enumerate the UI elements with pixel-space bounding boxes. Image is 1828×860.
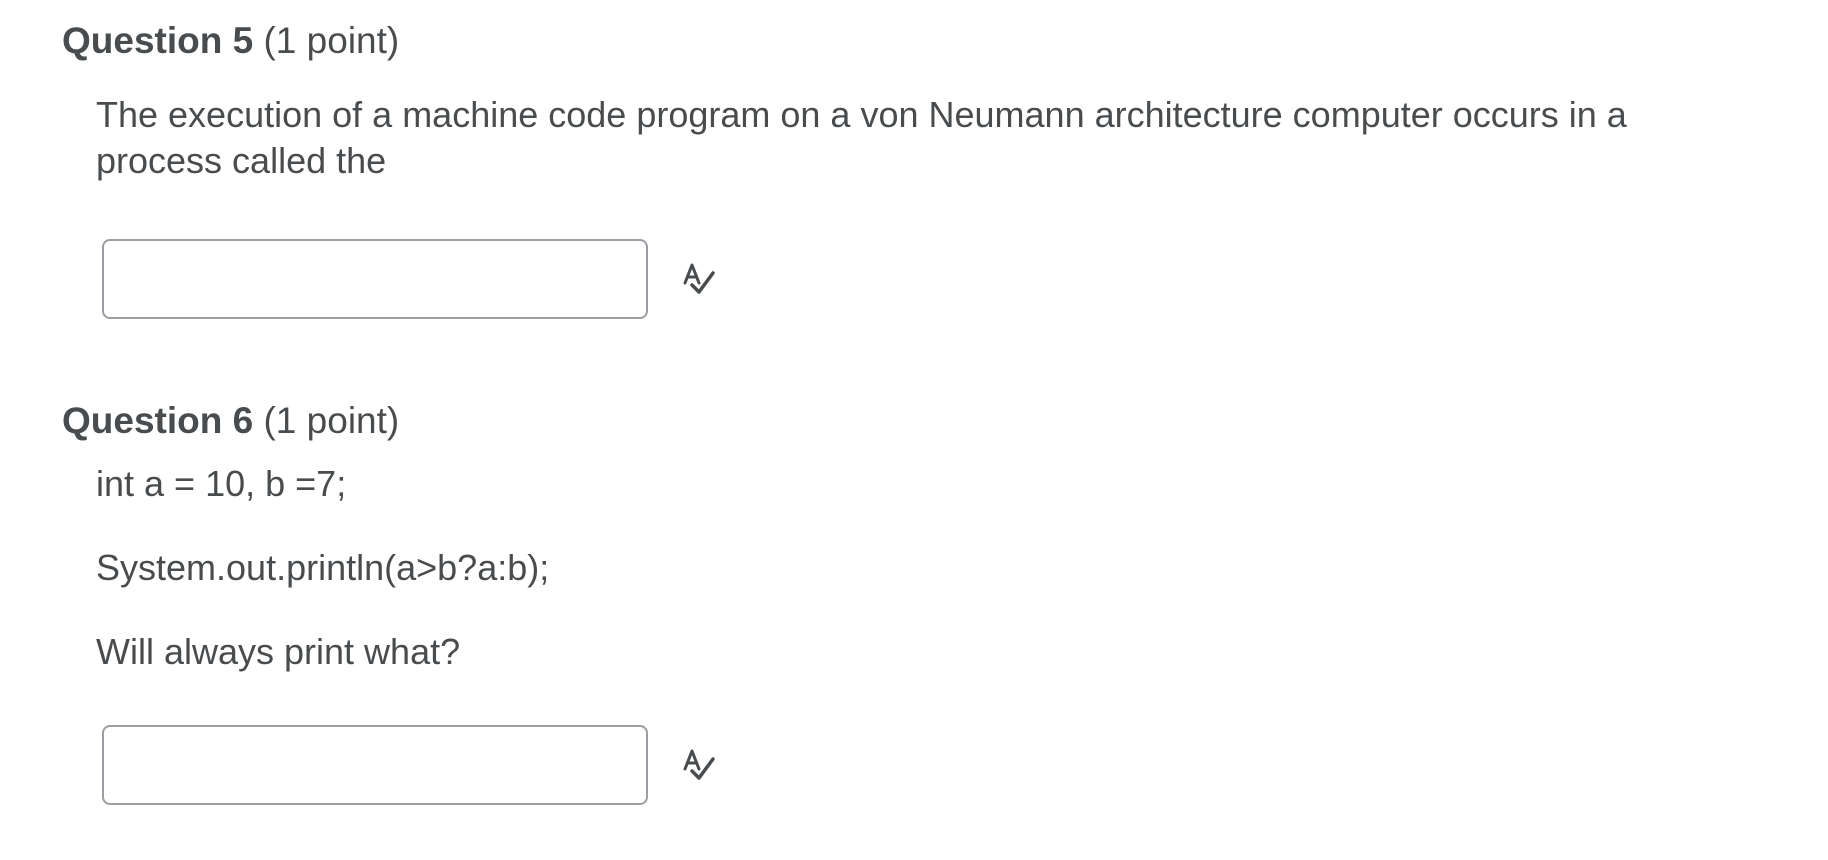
question-6-name: Question 6 <box>62 400 254 441</box>
question-5: Question 5 (1 point) The execution of a … <box>62 18 1762 319</box>
spellcheck-icon[interactable] <box>678 745 718 785</box>
question-5-text: The execution of a machine code program … <box>96 94 1627 181</box>
question-5-answer-row <box>102 239 1762 319</box>
question-6-prompt: Will always print what? <box>96 631 461 672</box>
question-6: Question 6 (1 point) int a = 10, b =7; S… <box>62 398 1762 805</box>
spellcheck-icon-graphic <box>683 749 715 780</box>
question-6-title: Question 6 (1 point) <box>62 398 1762 444</box>
question-6-answer-input[interactable] <box>102 725 648 805</box>
question-5-points: (1 point) <box>263 20 400 61</box>
question-5-body: The execution of a machine code program … <box>96 92 1762 184</box>
question-5-answer-input[interactable] <box>102 239 648 319</box>
question-5-name: Question 5 <box>62 20 254 61</box>
question-6-points: (1 point) <box>263 400 400 441</box>
question-6-code-line-2: System.out.println(a>b?a:b); <box>96 547 550 588</box>
spellcheck-icon[interactable] <box>678 259 718 299</box>
question-6-answer-row <box>102 725 1762 805</box>
question-6-body: int a = 10, b =7; System.out.println(a>b… <box>96 461 1762 675</box>
question-6-code-line-1: int a = 10, b =7; <box>96 463 347 504</box>
spellcheck-icon-graphic <box>683 263 715 294</box>
question-5-title: Question 5 (1 point) <box>62 18 1762 64</box>
